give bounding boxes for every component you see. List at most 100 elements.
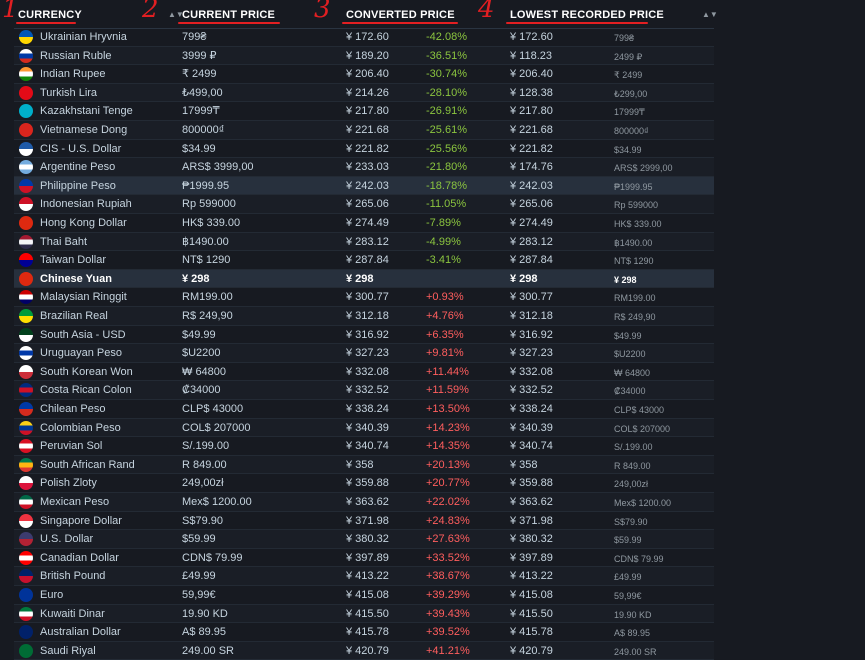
table-row[interactable]: U.S. Dollar $59.99 ¥ 380.32 +27.63% ¥ 380.32… <box>14 530 714 549</box>
lowest-price: ¥ 363.62 <box>510 496 553 508</box>
table-row[interactable]: Kazakhstani Tenge 17999₸ ¥ 217.80 -26.91% ¥ … <box>14 102 714 121</box>
column-header-lowest-price[interactable]: LOWEST RECORDED PRICE <box>510 9 664 21</box>
currency-name: Saudi Riyal <box>40 644 96 657</box>
lowest-price: ¥ 340.39 <box>510 421 553 434</box>
table-row[interactable]: Indian Rupee ₹ 2499 ¥ 206.40 -30.74% ¥ 206.4… <box>14 65 714 84</box>
table-row[interactable]: Vietnamese Dong 800000₫ ¥ 221.68 -25.61% ¥ 2… <box>14 121 714 140</box>
table-row[interactable]: South Korean Won ₩ 64800 ¥ 332.08 +11.44% ¥ … <box>14 363 714 382</box>
column-header-currency[interactable]: CURRENCY <box>18 9 82 21</box>
flag-icon <box>19 420 33 435</box>
currency-name: Kuwaiti Dinar <box>40 607 105 620</box>
flag-icon <box>19 476 33 491</box>
table-row[interactable]: Chilean Peso CLP$ 43000 ¥ 338.24 +13.50% ¥ 3… <box>14 400 714 419</box>
lowest-price: ¥ 312.18 <box>510 310 553 322</box>
column-header-converted-price[interactable]: CONVERTED PRICE <box>346 9 455 21</box>
lowest-price-original: $34.99 <box>614 144 642 155</box>
price-difference: +33.52% <box>426 551 470 564</box>
lowest-price-original: ₹ 2499 <box>614 70 643 81</box>
lowest-price: ¥ 174.76 <box>510 161 553 174</box>
table-row[interactable]: Philippine Peso ₱1999.95 ¥ 242.03 -18.78% ¥ … <box>14 176 714 196</box>
lowest-price: ¥ 118.23 <box>510 49 553 62</box>
table-row[interactable]: Chinese Yuan ¥ 298 ¥ 298 ¥ 298 ¥ 298 <box>14 269 714 289</box>
table-row[interactable]: Taiwan Dollar NT$ 1290 ¥ 287.84 -3.41% ¥ 287… <box>14 251 714 270</box>
price-difference: -25.61% <box>426 124 467 136</box>
table-row[interactable]: South African Rand R 849.00 ¥ 358 +20.13% ¥ … <box>14 455 714 475</box>
current-price: 799₴ <box>182 31 207 43</box>
flag-icon <box>19 625 33 640</box>
table-row[interactable]: Ukrainian Hryvnia 799₴ ¥ 172.60 -42.08% ¥ 17… <box>14 28 714 47</box>
current-price: ₹ 2499 <box>182 68 217 81</box>
lowest-price: ¥ 415.50 <box>510 607 553 620</box>
lowest-price: ¥ 327.23 <box>510 347 553 360</box>
table-row[interactable]: Russian Ruble 3999 ₽ ¥ 189.20 -36.51% ¥ 118.… <box>14 46 714 66</box>
lowest-price-original: Mex$ 1200.00 <box>614 498 672 508</box>
currency-name: Indonesian Rupiah <box>40 198 132 211</box>
flag-icon <box>19 216 33 230</box>
lowest-price: ¥ 358 <box>510 458 538 471</box>
lowest-price-original: £49.99 <box>614 572 642 583</box>
lowest-price-original: $49.99 <box>614 330 642 341</box>
table-row[interactable]: Indonesian Rupiah Rp 599000 ¥ 265.06 -11.05… <box>14 195 714 214</box>
table-row[interactable]: Euro 59,99€ ¥ 415.08 +39.29% ¥ 415.08 59,99€ <box>14 586 714 605</box>
table-row[interactable]: CIS - U.S. Dollar $34.99 ¥ 221.82 -25.56% ¥ … <box>14 140 714 159</box>
lowest-price-original: CDN$ 79.99 <box>614 553 664 564</box>
price-difference: +14.35% <box>426 440 470 453</box>
currency-name: Uruguayan Peso <box>40 347 122 360</box>
currency-name: Polish Zloty <box>40 477 97 490</box>
table-row[interactable]: Uruguayan Peso $U2200 ¥ 327.23 +9.81% ¥ 327.… <box>14 344 714 363</box>
converted-price: ¥ 172.60 <box>346 31 389 43</box>
price-difference: +6.35% <box>426 328 464 341</box>
flag-icon <box>19 495 33 509</box>
table-row[interactable]: Kuwaiti Dinar 19.90 KD ¥ 415.50 +39.43% ¥ 41… <box>14 604 714 624</box>
price-difference: -42.08% <box>426 31 467 43</box>
price-difference: +20.77% <box>426 477 470 490</box>
table-row[interactable]: Costa Rican Colon ₡34000 ¥ 332.52 +11.59% ¥ … <box>14 381 714 400</box>
sort-arrows-icon[interactable]: ▲▼ <box>702 10 718 19</box>
current-price: ₡34000 <box>182 384 221 397</box>
currency-name: Russian Ruble <box>40 49 112 62</box>
lowest-price-original: 2499 ₽ <box>614 51 643 62</box>
annotation-underline-1 <box>16 22 76 24</box>
current-price: RM199.00 <box>182 291 233 304</box>
currency-name: Taiwan Dollar <box>40 254 107 267</box>
table-row[interactable]: Mexican Peso Mex$ 1200.00 ¥ 363.62 +22.02% ¥… <box>14 493 714 512</box>
lowest-price-original: 249.00 SR <box>614 646 657 657</box>
table-row[interactable]: South Asia - USD $49.99 ¥ 316.92 +6.35% ¥ 31… <box>14 326 714 345</box>
table-row[interactable]: Malaysian Ringgit RM199.00 ¥ 300.77 +0.93% ¥… <box>14 288 714 307</box>
currency-name: Chinese Yuan <box>40 272 112 285</box>
flag-icon <box>19 271 33 286</box>
current-price: 249.00 SR <box>182 644 234 657</box>
table-row[interactable]: Saudi Riyal 249.00 SR ¥ 420.79 +41.21% ¥ 420… <box>14 641 714 660</box>
table-row[interactable]: Colombian Peso COL$ 207000 ¥ 340.39 +14.23%… <box>14 418 714 438</box>
table-row[interactable]: Hong Kong Dollar HK$ 339.00 ¥ 274.49 -7.89%… <box>14 214 714 233</box>
table-row[interactable]: Argentine Peso ARS$ 3999,00 ¥ 233.03 -21.80… <box>14 158 714 177</box>
table-row[interactable]: Turkish Lira ₺499,00 ¥ 214.26 -28.10% ¥ 128.… <box>14 83 714 103</box>
table-row[interactable]: Singapore Dollar S$79.90 ¥ 371.98 +24.83% ¥ … <box>14 512 714 531</box>
price-difference: -21.80% <box>426 161 467 174</box>
table-row[interactable]: Peruvian Sol S/.199.00 ¥ 340.74 +14.35% ¥ 34… <box>14 437 714 456</box>
flag-icon <box>19 643 33 658</box>
table-row[interactable]: British Pound £49.99 ¥ 413.22 +38.67% ¥ 413.… <box>14 567 714 586</box>
flag-icon <box>19 550 33 565</box>
column-header-current-price[interactable]: CURRENT PRICE <box>182 9 275 21</box>
currency-name: British Pound <box>40 570 106 583</box>
table-header: 1 CURRENCY ▲▼ 2 CURRENT PRICE 3 CONVERTE… <box>2 0 718 29</box>
table-row[interactable]: Polish Zloty 249,00zł ¥ 359.88 +20.77% ¥ 359… <box>14 474 714 493</box>
lowest-price: ¥ 265.06 <box>510 198 553 211</box>
table-row[interactable]: Australian Dollar A$ 89.95 ¥ 415.78 +39.52%… <box>14 623 714 642</box>
converted-price: ¥ 413.22 <box>346 570 389 583</box>
converted-price: ¥ 298 <box>346 272 374 285</box>
current-price: R$ 249,90 <box>182 310 233 322</box>
lowest-price-original: S$79.90 <box>614 516 648 527</box>
table-row[interactable]: Thai Baht ฿1490.00 ¥ 283.12 -4.99% ¥ 283.12 ฿… <box>14 232 714 252</box>
lowest-price: ¥ 332.52 <box>510 384 553 397</box>
currency-name: Ukrainian Hryvnia <box>40 31 127 43</box>
table-row[interactable]: Brazilian Real R$ 249,90 ¥ 312.18 +4.76% ¥ 3… <box>14 307 714 326</box>
converted-price: ¥ 358 <box>346 458 374 471</box>
table-row[interactable]: Canadian Dollar CDN$ 79.99 ¥ 397.89 +33.52%… <box>14 549 714 568</box>
flag-icon <box>19 383 33 398</box>
converted-price: ¥ 371.98 <box>346 514 389 527</box>
lowest-price: ¥ 397.89 <box>510 551 553 564</box>
price-difference: +39.52% <box>426 626 470 639</box>
lowest-price-original: 249,00zł <box>614 479 649 490</box>
